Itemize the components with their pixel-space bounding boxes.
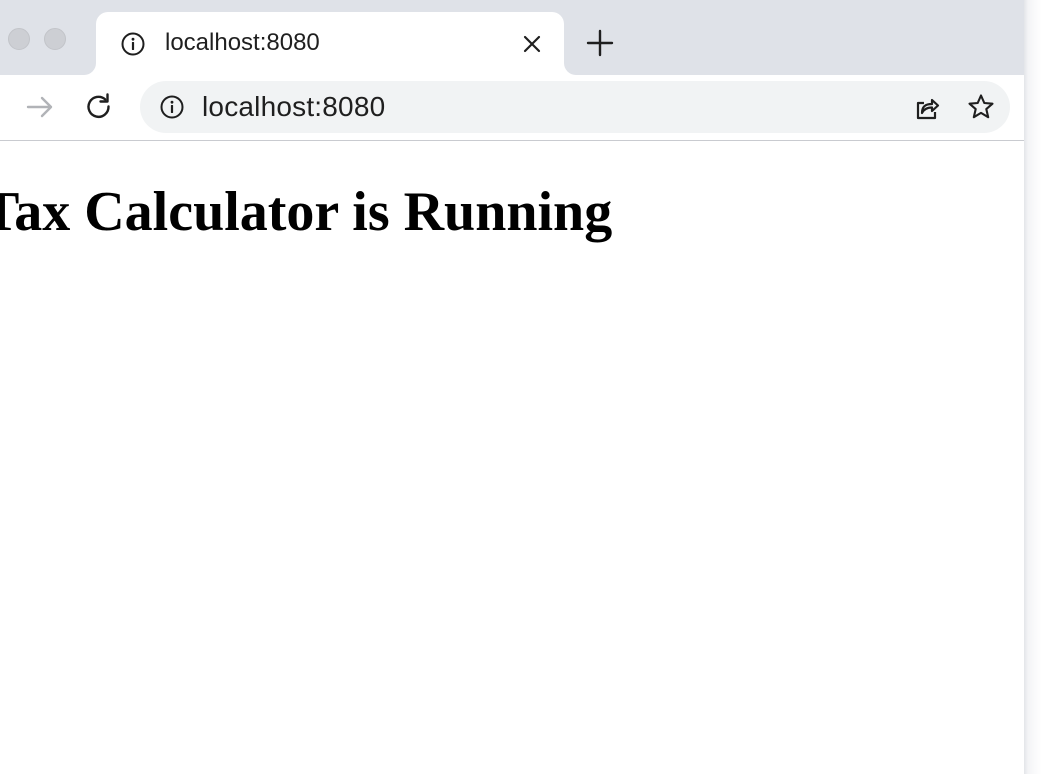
plus-icon[interactable] xyxy=(584,27,616,59)
address-bar[interactable]: localhost:8080 xyxy=(140,81,1010,133)
browser-toolbar: localhost:8080 xyxy=(0,75,1024,141)
close-icon[interactable] xyxy=(519,31,545,57)
window-edge xyxy=(1024,0,1042,774)
window-control-button[interactable] xyxy=(44,28,66,50)
star-icon[interactable] xyxy=(966,92,996,122)
info-icon xyxy=(120,31,146,57)
url-text[interactable]: localhost:8080 xyxy=(202,91,385,123)
browser-tab[interactable]: localhost:8080 xyxy=(96,12,564,75)
tab-title: localhost:8080 xyxy=(165,29,320,56)
info-icon[interactable] xyxy=(159,94,185,120)
page-content: Tax Calculator is Running xyxy=(0,141,1024,774)
reload-icon[interactable] xyxy=(83,91,115,123)
share-icon[interactable] xyxy=(912,93,942,123)
arrow-right-icon[interactable] xyxy=(24,91,56,123)
window-control-button[interactable] xyxy=(8,28,30,50)
page-title: Tax Calculator is Running xyxy=(0,181,613,243)
browser-window: localhost:8080 localhost:8080 Tax Calcul… xyxy=(0,0,1024,774)
tab-strip: localhost:8080 xyxy=(0,0,1024,75)
